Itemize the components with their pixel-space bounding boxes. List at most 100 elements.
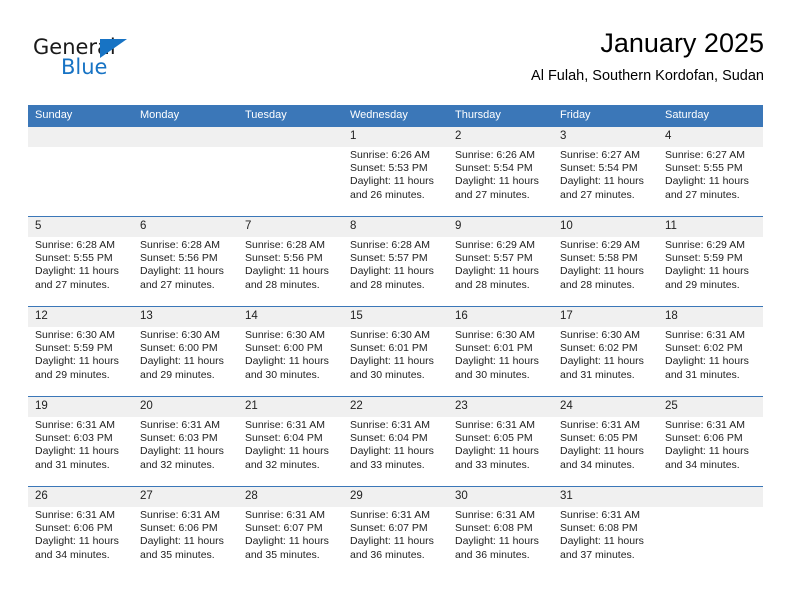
daylight-text-line1: Daylight: 11 hours — [35, 535, 119, 548]
sunrise-text: Sunrise: 6:31 AM — [560, 419, 640, 431]
calendar-day-cell[interactable]: 14 Sunrise: 6:30 AM Sunset: 6:00 PM Dayligh… — [238, 306, 343, 397]
sunset-text: Sunset: 5:55 PM — [35, 252, 113, 265]
daylight-text-line2: and 28 minutes. — [560, 278, 635, 291]
calendar-day-cell[interactable]: 26 Sunrise: 6:31 AM Sunset: 6:06 PM Dayligh… — [28, 486, 133, 576]
calendar-day-cell[interactable]: 15 Sunrise: 6:30 AM Sunset: 6:01 PM Dayligh… — [343, 306, 448, 397]
calendar-day-cell[interactable]: 31 Sunrise: 6:31 AM Sunset: 6:08 PM Dayligh… — [553, 486, 658, 576]
sunset-text: Sunset: 6:02 PM — [560, 342, 638, 355]
day-number: 26 — [28, 487, 133, 507]
calendar-day-cell[interactable]: 22 Sunrise: 6:31 AM Sunset: 6:04 PM Dayligh… — [343, 396, 448, 487]
daylight-text-line1: Daylight: 11 hours — [455, 445, 539, 458]
daylight-text-line1: Daylight: 11 hours — [245, 355, 329, 368]
sunrise-text: Sunrise: 6:30 AM — [350, 329, 430, 341]
daylight-text-line1: Daylight: 11 hours — [35, 265, 119, 278]
calendar-body: 1 Sunrise: 6:26 AM Sunset: 5:53 PM Daylight… — [28, 127, 763, 576]
calendar-day-cell[interactable]: 19 Sunrise: 6:31 AM Sunset: 6:03 PM Dayligh… — [28, 396, 133, 487]
calendar-day-cell[interactable]: 12 Sunrise: 6:30 AM Sunset: 5:59 PM Dayligh… — [28, 306, 133, 397]
calendar-day-cell[interactable]: 24 Sunrise: 6:31 AM Sunset: 6:05 PM Dayligh… — [553, 396, 658, 487]
calendar-day-cell[interactable]: 25 Sunrise: 6:31 AM Sunset: 6:06 PM Dayligh… — [658, 396, 763, 487]
day-number: 8 — [343, 217, 448, 237]
daylight-text-line2: and 32 minutes. — [245, 458, 320, 471]
day-number: 2 — [448, 127, 553, 147]
day-number: 5 — [28, 217, 133, 237]
sunrise-text: Sunrise: 6:29 AM — [665, 239, 745, 251]
sunrise-text: Sunrise: 6:30 AM — [245, 329, 325, 341]
calendar-day-cell[interactable]: 1 Sunrise: 6:26 AM Sunset: 5:53 PM Daylight… — [343, 127, 448, 217]
calendar-day-cell[interactable]: 13 Sunrise: 6:30 AM Sunset: 6:00 PM Dayligh… — [133, 306, 238, 397]
calendar-day-cell[interactable]: 10 Sunrise: 6:29 AM Sunset: 5:58 PM Dayligh… — [553, 216, 658, 307]
sunrise-text: Sunrise: 6:31 AM — [245, 419, 325, 431]
daylight-text-line2: and 29 minutes. — [35, 368, 110, 381]
sunset-text: Sunset: 5:55 PM — [665, 162, 743, 175]
daylight-text-line1: Daylight: 11 hours — [350, 355, 434, 368]
daylight-text-line1: Daylight: 11 hours — [560, 355, 644, 368]
daylight-text-line1: Daylight: 11 hours — [455, 535, 539, 548]
general-blue-logo[interactable]: General Blue — [33, 36, 213, 86]
daylight-text-line2: and 30 minutes. — [350, 368, 425, 381]
calendar-day-cell[interactable]: 20 Sunrise: 6:31 AM Sunset: 6:03 PM Dayligh… — [133, 396, 238, 487]
calendar-day-cell[interactable]: 21 Sunrise: 6:31 AM Sunset: 6:04 PM Dayligh… — [238, 396, 343, 487]
calendar-day-cell-empty — [238, 127, 343, 217]
sunrise-text: Sunrise: 6:31 AM — [140, 509, 220, 521]
calendar-table: Sunday Monday Tuesday Wednesday Thursday… — [28, 105, 763, 576]
sunset-text: Sunset: 6:06 PM — [140, 522, 218, 535]
daylight-text-line1: Daylight: 11 hours — [35, 445, 119, 458]
day-detail: Sunrise: 6:29 AM Sunset: 5:57 PM Daylight:… — [448, 237, 553, 292]
sunset-text: Sunset: 6:06 PM — [35, 522, 113, 535]
daylight-text-line2: and 35 minutes. — [245, 548, 320, 561]
sunrise-text: Sunrise: 6:31 AM — [455, 509, 535, 521]
calendar-day-cell[interactable]: 29 Sunrise: 6:31 AM Sunset: 6:07 PM Dayligh… — [343, 486, 448, 576]
sunset-text: Sunset: 5:59 PM — [665, 252, 743, 265]
sunset-text: Sunset: 5:54 PM — [560, 162, 638, 175]
daylight-text-line1: Daylight: 11 hours — [350, 175, 434, 188]
calendar-day-cell[interactable]: 30 Sunrise: 6:31 AM Sunset: 6:08 PM Dayligh… — [448, 486, 553, 576]
sunset-text: Sunset: 5:54 PM — [455, 162, 533, 175]
daylight-text-line2: and 29 minutes. — [140, 368, 215, 381]
day-number: 9 — [448, 217, 553, 237]
day-detail: Sunrise: 6:29 AM Sunset: 5:59 PM Daylight:… — [658, 237, 763, 292]
calendar-day-cell-empty — [658, 486, 763, 576]
daylight-text-line1: Daylight: 11 hours — [560, 265, 644, 278]
day-number: 12 — [28, 307, 133, 327]
calendar-day-cell[interactable]: 6 Sunrise: 6:28 AM Sunset: 5:56 PM Daylight… — [133, 216, 238, 307]
calendar-day-cell[interactable]: 27 Sunrise: 6:31 AM Sunset: 6:06 PM Dayligh… — [133, 486, 238, 576]
daylight-text-line2: and 28 minutes. — [455, 278, 530, 291]
daylight-text-line2: and 27 minutes. — [665, 188, 740, 201]
calendar-day-cell-empty — [133, 127, 238, 217]
daylight-text-line1: Daylight: 11 hours — [350, 445, 434, 458]
calendar-day-cell[interactable]: 9 Sunrise: 6:29 AM Sunset: 5:57 PM Daylight… — [448, 216, 553, 307]
sunrise-text: Sunrise: 6:28 AM — [350, 239, 430, 251]
day-detail: Sunrise: 6:30 AM Sunset: 6:01 PM Daylight:… — [343, 327, 448, 382]
day-number: 22 — [343, 397, 448, 417]
calendar-day-cell[interactable]: 4 Sunrise: 6:27 AM Sunset: 5:55 PM Daylight… — [658, 127, 763, 217]
sunset-text: Sunset: 5:57 PM — [455, 252, 533, 265]
calendar-day-cell[interactable]: 7 Sunrise: 6:28 AM Sunset: 5:56 PM Daylight… — [238, 216, 343, 307]
calendar-day-cell[interactable]: 11 Sunrise: 6:29 AM Sunset: 5:59 PM Dayligh… — [658, 216, 763, 307]
day-number: 29 — [343, 487, 448, 507]
day-detail: Sunrise: 6:31 AM Sunset: 6:04 PM Daylight:… — [238, 417, 343, 472]
weekday-header-thursday: Thursday — [448, 105, 553, 127]
day-detail: Sunrise: 6:31 AM Sunset: 6:03 PM Daylight:… — [28, 417, 133, 472]
page-header: General Blue January 2025 Al Fulah, Sout… — [28, 26, 764, 98]
calendar-day-cell[interactable]: 17 Sunrise: 6:30 AM Sunset: 6:02 PM Dayligh… — [553, 306, 658, 397]
sunrise-text: Sunrise: 6:31 AM — [665, 329, 745, 341]
day-number: 7 — [238, 217, 343, 237]
daylight-text-line2: and 33 minutes. — [350, 458, 425, 471]
daylight-text-line2: and 29 minutes. — [665, 278, 740, 291]
calendar-day-cell[interactable]: 3 Sunrise: 6:27 AM Sunset: 5:54 PM Daylight… — [553, 127, 658, 217]
daylight-text-line1: Daylight: 11 hours — [35, 355, 119, 368]
sunset-text: Sunset: 6:08 PM — [455, 522, 533, 535]
daylight-text-line2: and 31 minutes. — [560, 368, 635, 381]
sunset-text: Sunset: 6:04 PM — [245, 432, 323, 445]
calendar-day-cell[interactable]: 28 Sunrise: 6:31 AM Sunset: 6:07 PM Dayligh… — [238, 486, 343, 576]
daylight-text-line2: and 27 minutes. — [455, 188, 530, 201]
calendar-day-cell[interactable]: 18 Sunrise: 6:31 AM Sunset: 6:02 PM Dayligh… — [658, 306, 763, 397]
sunset-text: Sunset: 6:05 PM — [560, 432, 638, 445]
daylight-text-line1: Daylight: 11 hours — [140, 535, 224, 548]
calendar-day-cell[interactable]: 5 Sunrise: 6:28 AM Sunset: 5:55 PM Daylight… — [28, 216, 133, 307]
sunrise-text: Sunrise: 6:31 AM — [35, 509, 115, 521]
calendar-day-cell[interactable]: 23 Sunrise: 6:31 AM Sunset: 6:05 PM Dayligh… — [448, 396, 553, 487]
calendar-day-cell[interactable]: 2 Sunrise: 6:26 AM Sunset: 5:54 PM Daylight… — [448, 127, 553, 217]
calendar-day-cell[interactable]: 8 Sunrise: 6:28 AM Sunset: 5:57 PM Daylight… — [343, 216, 448, 307]
calendar-day-cell[interactable]: 16 Sunrise: 6:30 AM Sunset: 6:01 PM Dayligh… — [448, 306, 553, 397]
